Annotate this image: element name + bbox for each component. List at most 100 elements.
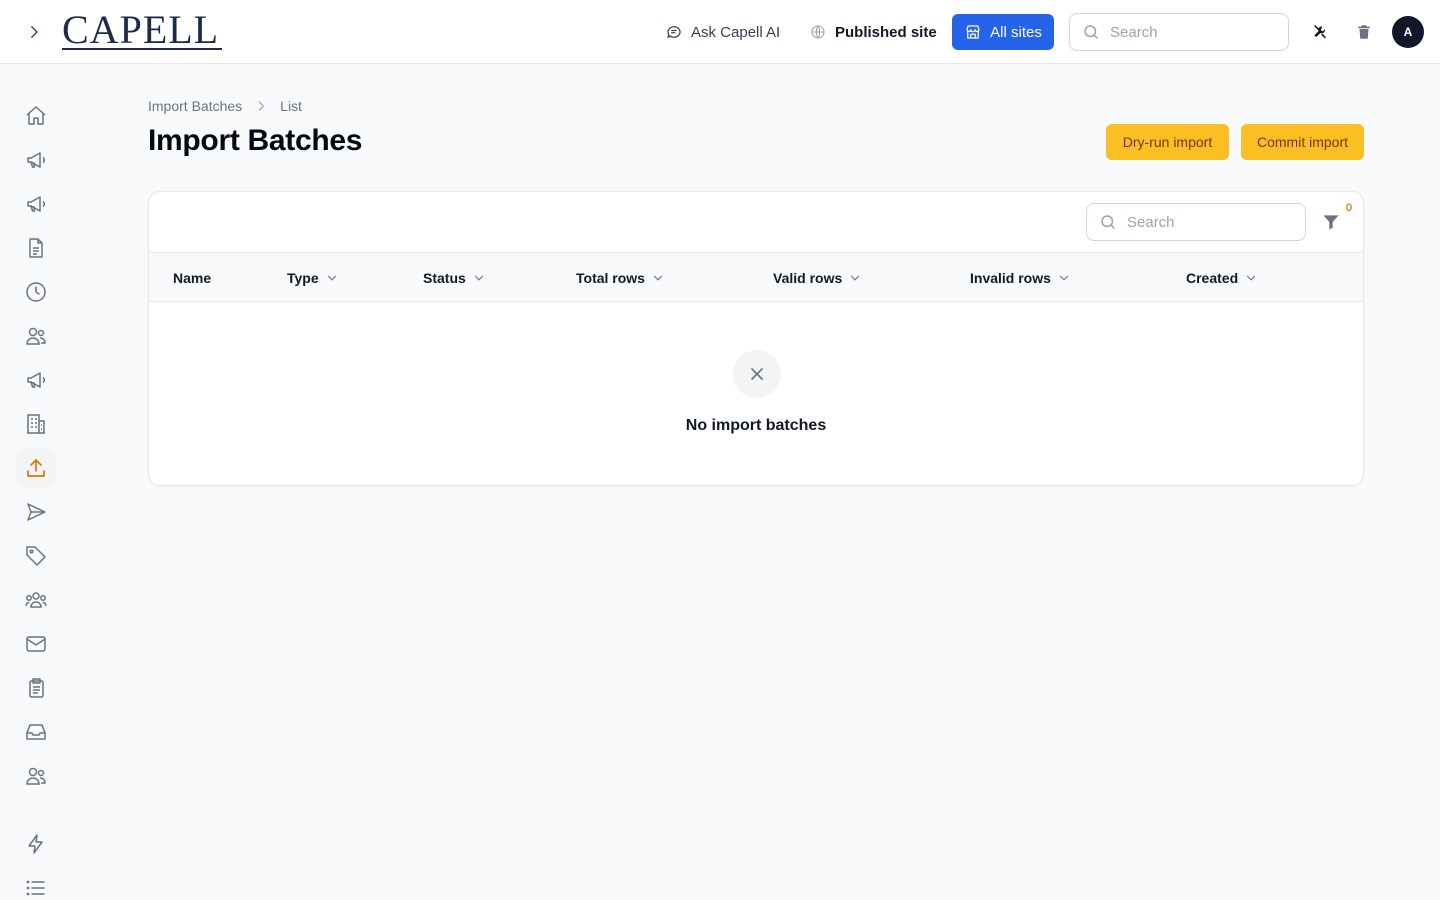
- sidebar-item-organizations[interactable]: [16, 404, 56, 444]
- empty-state-message: No import batches: [685, 417, 827, 434]
- users-icon: [26, 327, 46, 345]
- home-icon: [26, 106, 46, 125]
- chevron-down-icon: [653, 275, 663, 281]
- sidebar-item-groups[interactable]: [16, 580, 56, 620]
- sidebar-item-campaigns[interactable]: [16, 140, 56, 180]
- sidebar-item-mail[interactable]: [16, 624, 56, 664]
- bolt-icon: [28, 834, 43, 854]
- global-search[interactable]: [1069, 13, 1289, 51]
- chevron-down-icon: [474, 275, 483, 281]
- ask-ai-label: Ask Capell AI: [691, 23, 781, 41]
- logo-underline: [62, 48, 222, 50]
- column-header-label: Valid rows: [773, 269, 843, 286]
- all-sites-label: All sites: [990, 23, 1042, 41]
- column-header-invalid-rows[interactable]: Invalid rows: [970, 253, 1071, 302]
- document-icon: [29, 238, 43, 258]
- empty-state-icon: [733, 350, 781, 398]
- sidebar-item-documents[interactable]: [16, 228, 56, 268]
- sidebar-item-users[interactable]: [16, 316, 56, 356]
- table-search[interactable]: [1086, 203, 1306, 241]
- filter-button[interactable]: [1319, 210, 1343, 234]
- users-icon: [26, 767, 46, 785]
- filter-count-badge: 0: [1342, 201, 1357, 215]
- column-header-name[interactable]: Name: [173, 253, 211, 302]
- dry-run-import-button[interactable]: Dry-run import: [1106, 124, 1229, 160]
- chevron-down-icon: [1247, 275, 1256, 281]
- wrench-screwdriver-icon: [1314, 25, 1326, 39]
- column-header-label: Name: [173, 269, 212, 286]
- chevron-right-icon: [258, 101, 265, 111]
- trash-button[interactable]: [1352, 20, 1376, 44]
- column-header-label: Status: [423, 269, 466, 286]
- sidebar-item-promotions[interactable]: [16, 360, 56, 400]
- chevron-down-icon: [327, 275, 336, 281]
- column-header-label: Total rows: [576, 269, 645, 286]
- column-header-label: Invalid rows: [970, 269, 1051, 286]
- published-site-link[interactable]: Published site: [809, 20, 937, 44]
- all-sites-button[interactable]: All sites: [952, 14, 1054, 50]
- sidebar-item-clipboard[interactable]: [16, 668, 56, 708]
- sidebar-item-automations[interactable]: [16, 824, 56, 864]
- published-site-label: Published site: [835, 23, 937, 41]
- sidebar-item-home[interactable]: [16, 96, 56, 136]
- sidebar-item-inbox[interactable]: [16, 712, 56, 752]
- sidebar-item-list[interactable]: [16, 868, 56, 900]
- sidebar-item-send[interactable]: [16, 492, 56, 532]
- tools-button[interactable]: [1308, 20, 1332, 44]
- sidebar: [0, 65, 72, 900]
- list-icon: [26, 880, 45, 896]
- table-toolbar: 0: [149, 192, 1363, 253]
- ask-ai-link[interactable]: Ask Capell AI: [665, 20, 780, 44]
- capell-logo[interactable]: CAPELL: [62, 8, 224, 52]
- chevron-right-icon: [31, 26, 38, 38]
- table-header: Name Type Status Total rows Valid rows I…: [149, 253, 1363, 302]
- inbox-icon: [26, 724, 46, 740]
- clock-icon: [26, 282, 46, 302]
- sidebar-item-tags[interactable]: [16, 536, 56, 576]
- column-header-status[interactable]: Status: [423, 253, 486, 302]
- megaphone-icon: [27, 372, 46, 388]
- megaphone-icon: [27, 196, 46, 212]
- chevron-down-icon: [851, 275, 860, 281]
- building-icon: [27, 414, 45, 434]
- clipboard-icon: [29, 678, 44, 698]
- sidebar-item-announcements[interactable]: [16, 184, 56, 224]
- search-icon: [1084, 25, 1098, 39]
- chat-icon: [665, 23, 683, 41]
- commit-import-button[interactable]: Commit import: [1241, 124, 1364, 160]
- chevron-down-icon: [1059, 275, 1069, 281]
- column-header-created[interactable]: Created: [1186, 253, 1258, 302]
- breadcrumb-current: List: [280, 98, 302, 114]
- megaphone-icon: [27, 152, 46, 168]
- breadcrumb: Import Batches List: [148, 97, 302, 115]
- breadcrumb-import-batches[interactable]: Import Batches: [148, 98, 242, 114]
- sidebar-item-import-batches[interactable]: [16, 448, 56, 488]
- logo-text: CAPELL: [62, 7, 220, 52]
- x-mark-icon: [751, 368, 763, 380]
- upload-icon: [27, 459, 45, 477]
- funnel-icon: [1323, 215, 1339, 230]
- expand-sidebar-button[interactable]: [20, 18, 48, 46]
- globe-icon: [809, 23, 827, 41]
- envelope-icon: [26, 636, 46, 652]
- table-search-input[interactable]: [1127, 213, 1277, 231]
- storefront-icon: [966, 25, 980, 39]
- column-header-label: Type: [287, 269, 319, 286]
- paper-plane-icon: [27, 503, 46, 521]
- sidebar-item-history[interactable]: [16, 272, 56, 312]
- empty-state: No import batches: [149, 302, 1363, 485]
- user-group-icon: [25, 592, 47, 608]
- column-header-total-rows[interactable]: Total rows: [576, 253, 665, 302]
- column-header-type[interactable]: Type: [287, 253, 339, 302]
- tag-icon: [26, 546, 46, 566]
- trash-icon: [1358, 25, 1370, 39]
- user-avatar[interactable]: A: [1392, 16, 1424, 48]
- page-title: Import Batches: [148, 124, 363, 157]
- column-header-label: Created: [1186, 269, 1239, 286]
- import-batches-table: 0 Name Type Status Total rows Valid rows…: [148, 191, 1364, 486]
- search-icon: [1101, 215, 1115, 229]
- global-search-input[interactable]: [1110, 23, 1260, 41]
- sidebar-item-members[interactable]: [16, 756, 56, 796]
- top-bar: CAPELL Ask Capell AI Published site All …: [0, 0, 1440, 64]
- column-header-valid-rows[interactable]: Valid rows: [773, 253, 862, 302]
